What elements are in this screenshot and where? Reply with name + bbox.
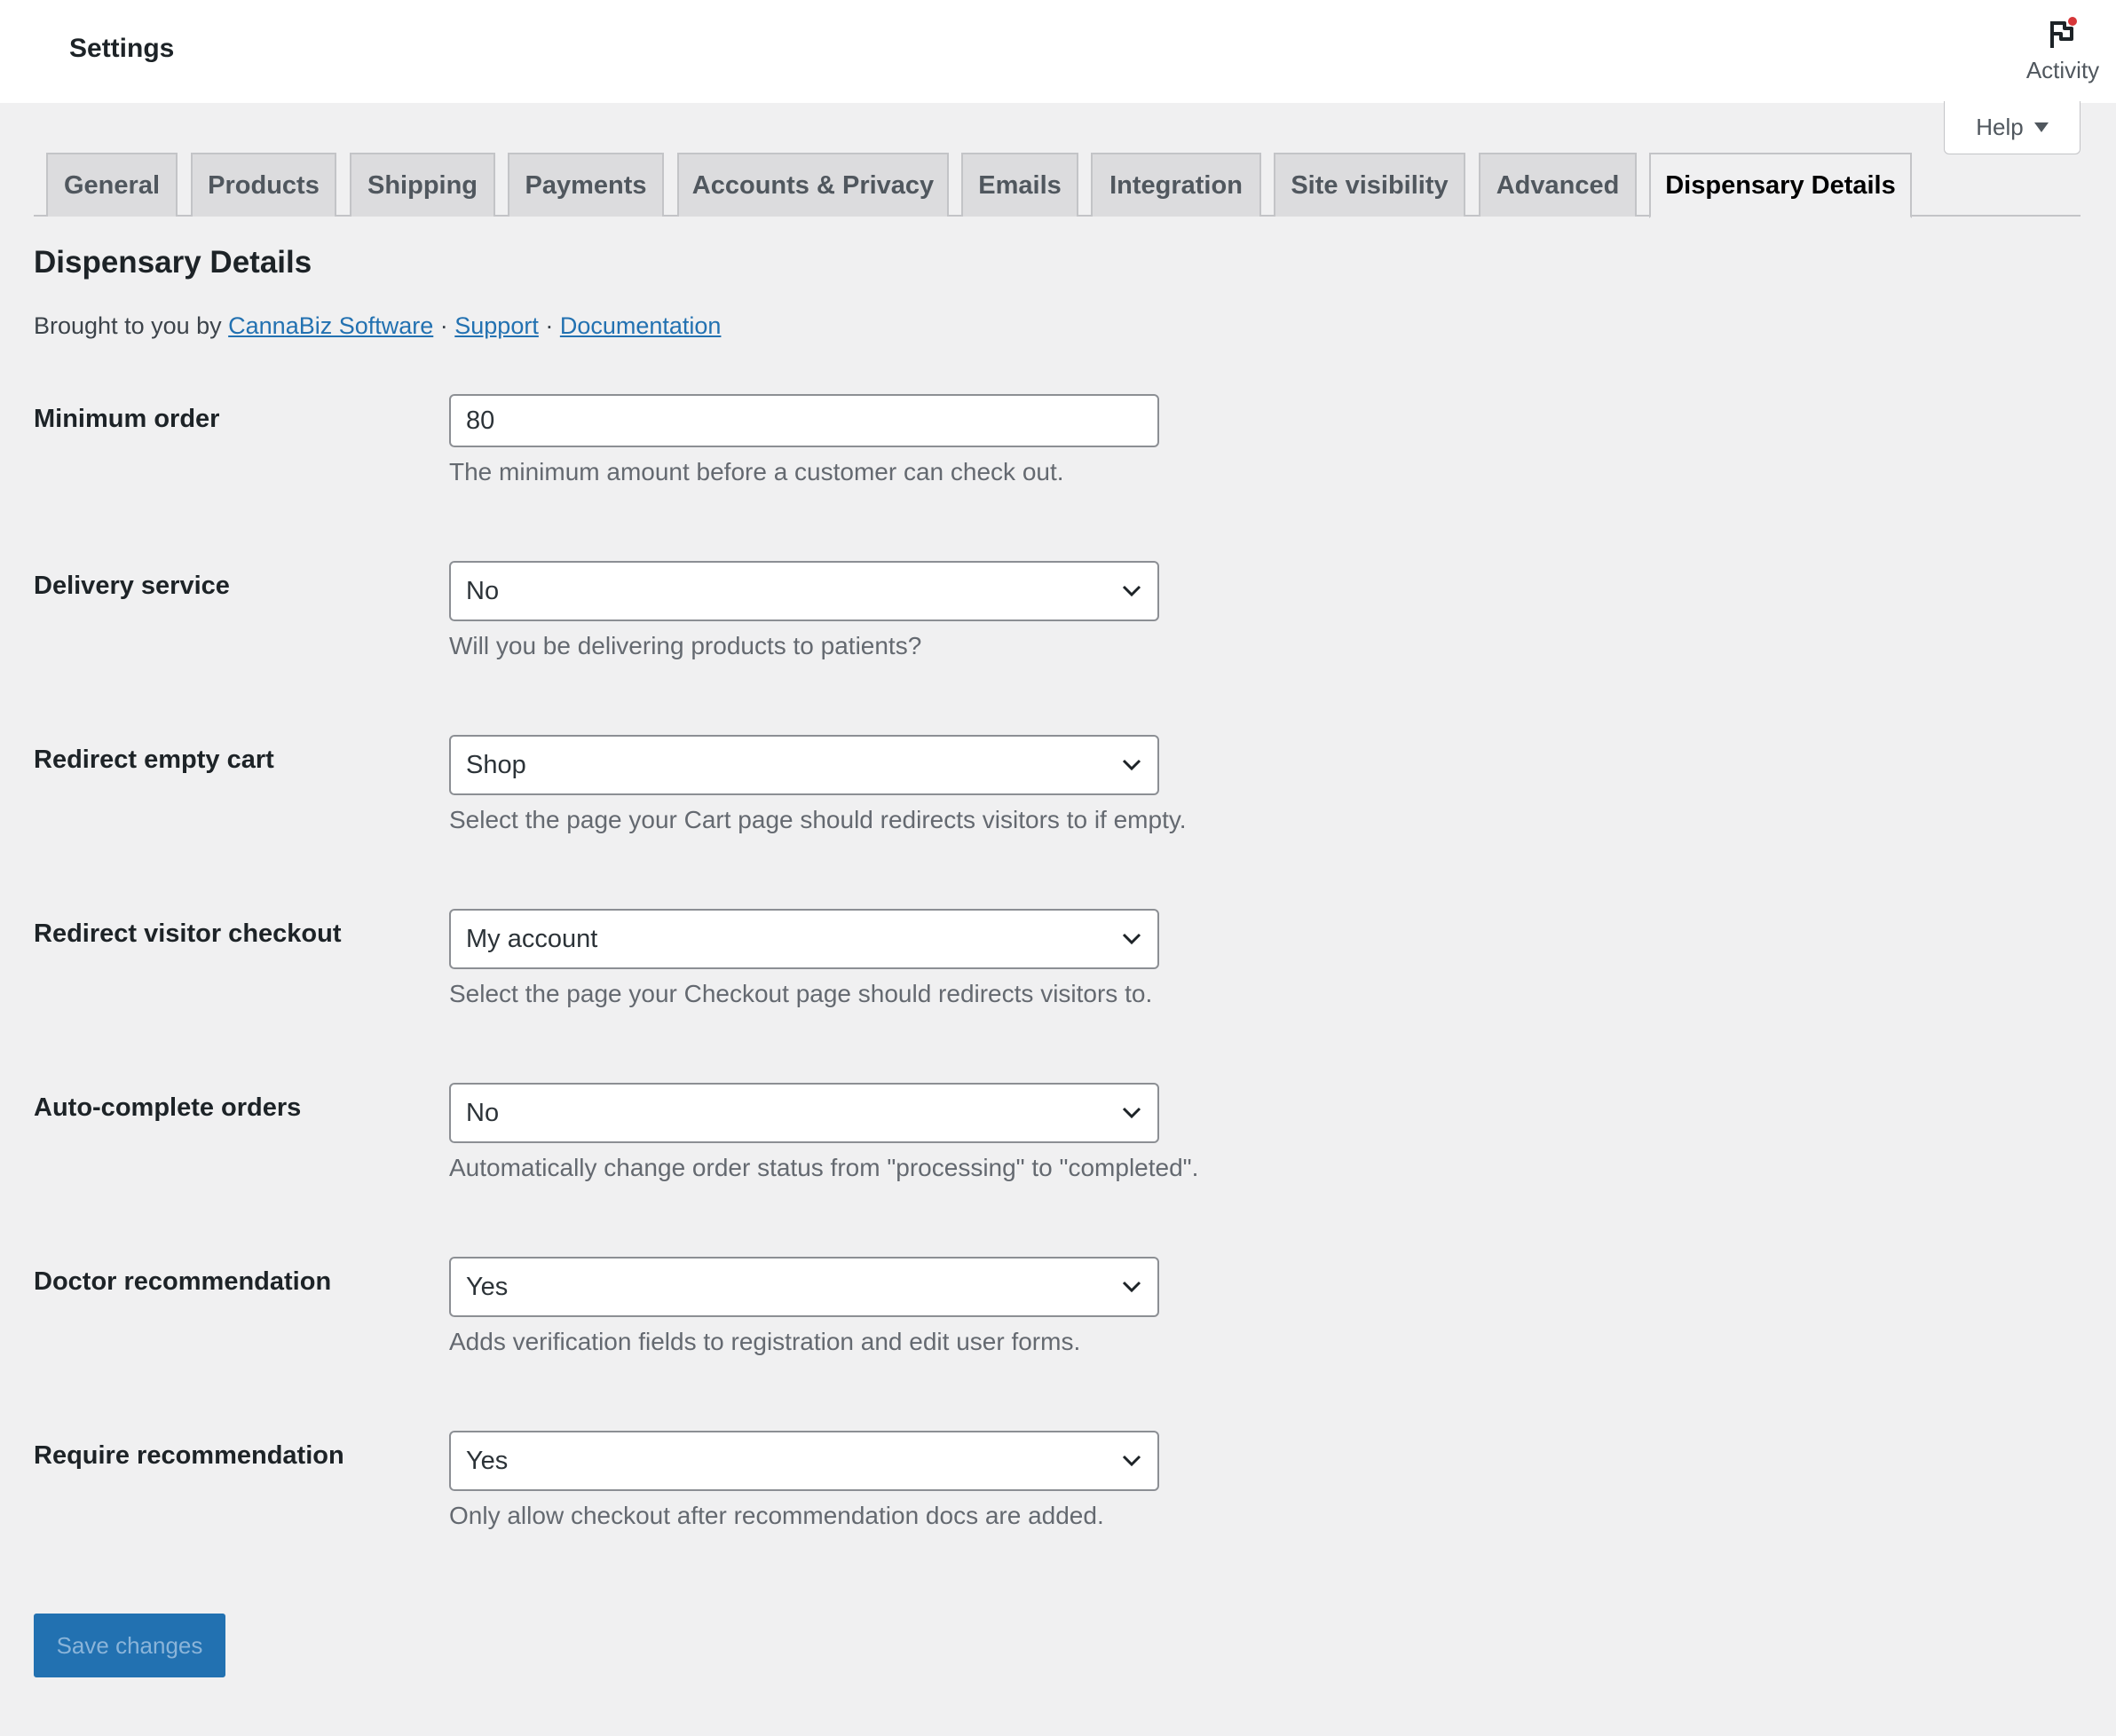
tab-advanced[interactable]: Advanced bbox=[1479, 153, 1637, 217]
require-recommendation-description: Only allow checkout after recommendation… bbox=[449, 1502, 1104, 1529]
byline: Brought to you by CannaBiz Software · Su… bbox=[34, 312, 721, 340]
tab-site-visibility[interactable]: Site visibility bbox=[1274, 153, 1465, 217]
redirect-visitor-checkout-select[interactable]: My account bbox=[449, 909, 1159, 969]
minimum-order-label: Minimum order bbox=[34, 405, 220, 433]
help-button[interactable]: Help bbox=[1944, 101, 2080, 154]
redirect-empty-cart-select[interactable]: Shop bbox=[449, 735, 1159, 795]
minimum-order-description: The minimum amount before a customer can… bbox=[449, 458, 1064, 485]
flag-icon bbox=[2050, 17, 2077, 48]
tab-emails[interactable]: Emails bbox=[961, 153, 1078, 217]
chevron-down-icon bbox=[1122, 1281, 1141, 1293]
minimum-order-input[interactable]: 80 bbox=[449, 394, 1159, 447]
auto-complete-orders-description: Automatically change order status from "… bbox=[449, 1154, 1199, 1181]
require-recommendation-value: Yes bbox=[466, 1446, 509, 1475]
auto-complete-orders-label: Auto-complete orders bbox=[34, 1093, 302, 1122]
chevron-down-icon bbox=[1122, 1455, 1141, 1467]
doctor-recommendation-select[interactable]: Yes bbox=[449, 1257, 1159, 1317]
section-heading: Dispensary Details bbox=[34, 245, 312, 280]
save-changes-button[interactable]: Save changes bbox=[34, 1614, 225, 1677]
tab-dispensary-details[interactable]: Dispensary Details bbox=[1649, 153, 1912, 218]
tab-shipping[interactable]: Shipping bbox=[350, 153, 495, 217]
redirect-visitor-checkout-label: Redirect visitor checkout bbox=[34, 919, 342, 948]
redirect-empty-cart-description: Select the page your Cart page should re… bbox=[449, 806, 1187, 833]
redirect-empty-cart-value: Shop bbox=[466, 750, 526, 779]
require-recommendation-select[interactable]: Yes bbox=[449, 1431, 1159, 1491]
activity-label: Activity bbox=[2025, 57, 2100, 83]
auto-complete-orders-select[interactable]: No bbox=[449, 1083, 1159, 1143]
doctor-recommendation-value: Yes bbox=[466, 1272, 509, 1301]
auto-complete-orders-value: No bbox=[466, 1098, 500, 1127]
chevron-down-icon bbox=[1122, 1107, 1141, 1119]
caret-down-icon bbox=[2033, 122, 2049, 132]
separator: · bbox=[538, 312, 560, 339]
chevron-down-icon bbox=[1122, 585, 1141, 597]
top-bar: Settings Activity bbox=[0, 0, 2116, 103]
tab-products[interactable]: Products bbox=[191, 153, 336, 217]
tab-accounts-privacy[interactable]: Accounts & Privacy bbox=[677, 153, 949, 217]
redirect-empty-cart-label: Redirect empty cart bbox=[34, 746, 274, 774]
vendor-link[interactable]: CannaBiz Software bbox=[228, 312, 433, 339]
byline-prefix: Brought to you by bbox=[34, 312, 229, 339]
delivery-service-value: No bbox=[466, 576, 500, 605]
tab-integration[interactable]: Integration bbox=[1091, 153, 1261, 217]
require-recommendation-label: Require recommendation bbox=[34, 1441, 344, 1470]
redirect-visitor-checkout-description: Select the page your Checkout page shoul… bbox=[449, 980, 1153, 1007]
settings-tabs: General Products Shipping Payments Accou… bbox=[34, 153, 2080, 218]
chevron-down-icon bbox=[1122, 933, 1141, 945]
support-link[interactable]: Support bbox=[454, 312, 539, 339]
chevron-down-icon bbox=[1122, 759, 1141, 771]
tab-general[interactable]: General bbox=[46, 153, 178, 217]
separator: · bbox=[433, 312, 455, 339]
doctor-recommendation-label: Doctor recommendation bbox=[34, 1267, 332, 1296]
help-label: Help bbox=[1976, 114, 2024, 140]
activity-button[interactable]: Activity bbox=[2009, 0, 2116, 103]
delivery-service-label: Delivery service bbox=[34, 572, 230, 600]
redirect-visitor-checkout-value: My account bbox=[466, 924, 598, 953]
delivery-service-select[interactable]: No bbox=[449, 561, 1159, 621]
page-title: Settings bbox=[69, 34, 175, 63]
minimum-order-value: 80 bbox=[466, 406, 495, 435]
doctor-recommendation-description: Adds verification fields to registration… bbox=[449, 1328, 1081, 1355]
tab-payments[interactable]: Payments bbox=[508, 153, 664, 217]
delivery-service-description: Will you be delivering products to patie… bbox=[449, 632, 922, 659]
documentation-link[interactable]: Documentation bbox=[560, 312, 722, 339]
